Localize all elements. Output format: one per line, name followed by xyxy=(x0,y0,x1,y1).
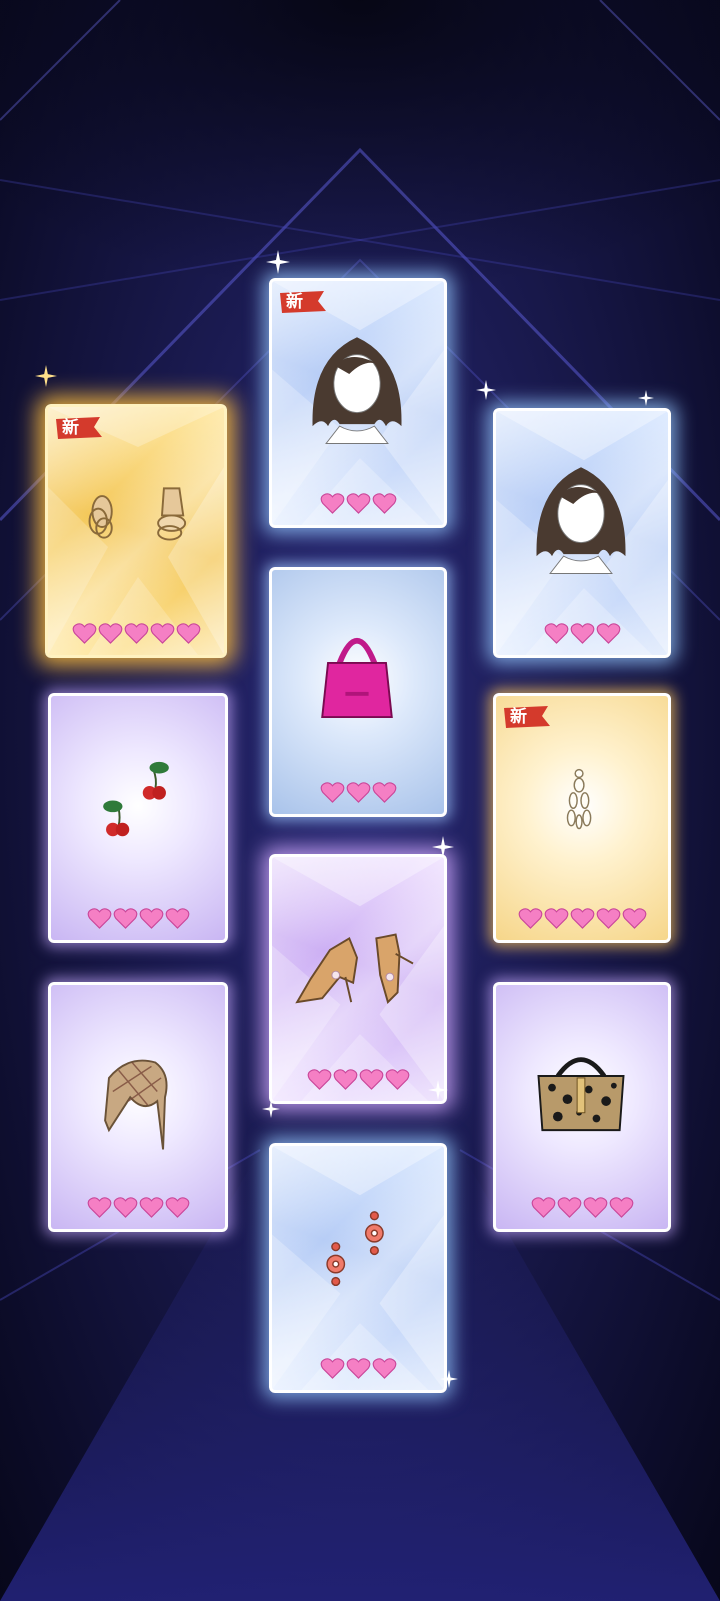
item-card-leopard-tote[interactable] xyxy=(493,982,671,1232)
heart-icon xyxy=(307,1069,331,1090)
rarity-hearts xyxy=(51,907,225,930)
item-card-hair-bob[interactable]: 新 xyxy=(269,278,447,528)
rarity-hearts xyxy=(272,1068,444,1091)
heart-icon xyxy=(531,1197,555,1218)
heart-icon xyxy=(622,908,646,929)
item-card-pearl-earrings[interactable]: 新 xyxy=(493,693,671,943)
rarity-hearts xyxy=(272,781,444,804)
heart-icon xyxy=(176,623,200,644)
tote-bag-icon xyxy=(537,1057,625,1132)
heart-icon xyxy=(557,1197,581,1218)
rarity-hearts xyxy=(48,622,224,645)
heart-icon xyxy=(113,1197,137,1218)
heart-icon xyxy=(87,908,111,929)
rarity-hearts xyxy=(51,1196,225,1219)
heart-icon xyxy=(333,1069,357,1090)
sparkle-icon xyxy=(266,250,290,274)
heart-icon xyxy=(570,908,594,929)
heart-icon xyxy=(320,1358,344,1379)
bob-hair-icon xyxy=(536,467,626,574)
sparkle-icon xyxy=(476,380,496,400)
scarf-icon xyxy=(104,1059,168,1150)
heart-icon xyxy=(544,908,568,929)
item-card-pink-bag[interactable] xyxy=(269,567,447,817)
sparkle-icon xyxy=(432,836,454,858)
heart-icon xyxy=(372,782,396,803)
heart-icon xyxy=(150,623,174,644)
heart-icon xyxy=(518,908,542,929)
heart-icon xyxy=(346,782,370,803)
heart-icon xyxy=(87,1197,111,1218)
coral-earring-icon xyxy=(326,1211,384,1287)
sparkle-icon xyxy=(262,1100,280,1118)
heart-icon xyxy=(372,1358,396,1379)
heart-icon xyxy=(609,1197,633,1218)
item-card-coral-earrings[interactable] xyxy=(269,1143,447,1393)
rarity-hearts xyxy=(496,622,668,645)
heart-icon xyxy=(165,1197,189,1218)
item-card-plaid-scarf[interactable] xyxy=(48,982,228,1232)
item-card-cherry-clips[interactable] xyxy=(48,693,228,943)
heart-icon xyxy=(346,1358,370,1379)
heart-icon xyxy=(346,493,370,514)
heart-icon xyxy=(583,1197,607,1218)
card-reveal-screen: 新 新 新 xyxy=(0,0,720,1601)
heart-icon xyxy=(359,1069,383,1090)
hoop-earrings-icon xyxy=(88,487,187,541)
rarity-hearts xyxy=(272,1357,444,1380)
sparkle-icon xyxy=(35,365,57,387)
heart-icon xyxy=(139,1197,163,1218)
bob-hair-icon xyxy=(312,337,402,444)
heart-icon xyxy=(139,908,163,929)
item-card-lace-heels[interactable] xyxy=(269,854,447,1104)
rarity-hearts xyxy=(496,1196,668,1219)
heart-icon xyxy=(570,623,594,644)
heart-icon xyxy=(72,623,96,644)
heart-icon xyxy=(165,908,189,929)
heart-icon xyxy=(320,493,344,514)
heart-icon xyxy=(113,908,137,929)
heart-icon xyxy=(372,493,396,514)
heart-icon xyxy=(385,1069,409,1090)
handbag-icon xyxy=(321,638,393,719)
sparkle-icon xyxy=(638,390,654,406)
sparkle-icon xyxy=(440,1370,458,1388)
heart-icon xyxy=(320,782,344,803)
heart-icon xyxy=(596,908,620,929)
sparkle-icon xyxy=(428,1080,448,1100)
rarity-hearts xyxy=(496,907,668,930)
heart-icon xyxy=(124,623,148,644)
heart-icon xyxy=(544,623,568,644)
drop-earring-icon xyxy=(566,768,592,830)
heart-icon xyxy=(596,623,620,644)
heart-icon xyxy=(98,623,122,644)
item-card-hair-bob-2[interactable] xyxy=(493,408,671,658)
rarity-hearts xyxy=(272,492,444,515)
cherry-icon xyxy=(103,761,169,837)
item-card-gold-earrings[interactable]: 新 xyxy=(45,404,227,658)
heels-icon xyxy=(295,933,414,1004)
